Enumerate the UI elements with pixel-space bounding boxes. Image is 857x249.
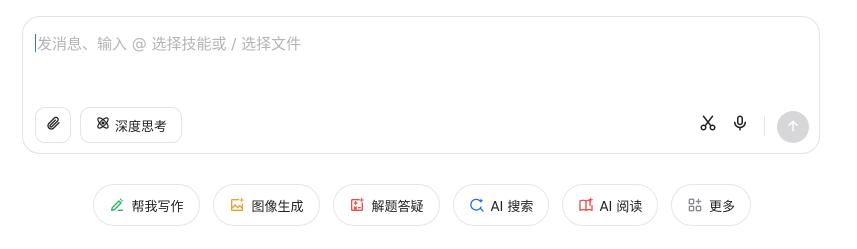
skill-shortcuts: 帮我写作 图像生成 解题答疑 AI 搜索 AI 阅读 更多	[0, 184, 857, 226]
skill-ai-search-button[interactable]: AI 搜索	[453, 184, 549, 226]
skill-problem-solving-button[interactable]: 解题答疑	[333, 184, 440, 226]
attach-file-button[interactable]	[35, 107, 71, 143]
skill-more-label: 更多	[708, 199, 735, 215]
skill-writing-button[interactable]: 帮我写作	[93, 184, 200, 226]
screenshot-cut-button[interactable]	[697, 114, 719, 136]
image-icon	[229, 197, 245, 213]
skill-image-generation-label: 图像生成	[251, 199, 304, 215]
message-input-placeholder: 发消息、输入 @ 选择技能或 / 选择文件	[37, 34, 302, 53]
skill-more-button[interactable]: 更多	[671, 184, 751, 226]
arrow-up-icon	[786, 118, 800, 137]
skill-image-generation-button[interactable]: 图像生成	[213, 184, 320, 226]
paperclip-icon	[45, 115, 61, 135]
message-input[interactable]: 发消息、输入 @ 选择技能或 / 选择文件	[35, 29, 807, 57]
skill-ai-reading-label: AI 阅读	[599, 199, 643, 215]
scissors-icon	[699, 114, 717, 136]
deep-think-button[interactable]: 深度思考	[80, 107, 182, 143]
grid-icon	[687, 197, 703, 213]
microphone-icon	[731, 114, 749, 136]
voice-input-button[interactable]	[729, 114, 751, 136]
book-icon	[578, 197, 594, 213]
formula-icon	[349, 197, 365, 213]
toolbar-divider	[764, 116, 765, 136]
skill-writing-label: 帮我写作	[131, 199, 184, 215]
atom-icon	[95, 115, 111, 135]
pen-icon	[109, 197, 125, 213]
skill-ai-search-label: AI 搜索	[490, 199, 534, 215]
message-composer: 发消息、输入 @ 选择技能或 / 选择文件 深度思考	[22, 16, 820, 154]
text-caret	[35, 34, 36, 52]
skill-problem-solving-label: 解题答疑	[371, 199, 424, 215]
search-sparkle-icon	[469, 197, 485, 213]
send-button[interactable]	[777, 111, 809, 143]
skill-ai-reading-button[interactable]: AI 阅读	[562, 184, 658, 226]
deep-think-label: 深度思考	[114, 119, 167, 135]
